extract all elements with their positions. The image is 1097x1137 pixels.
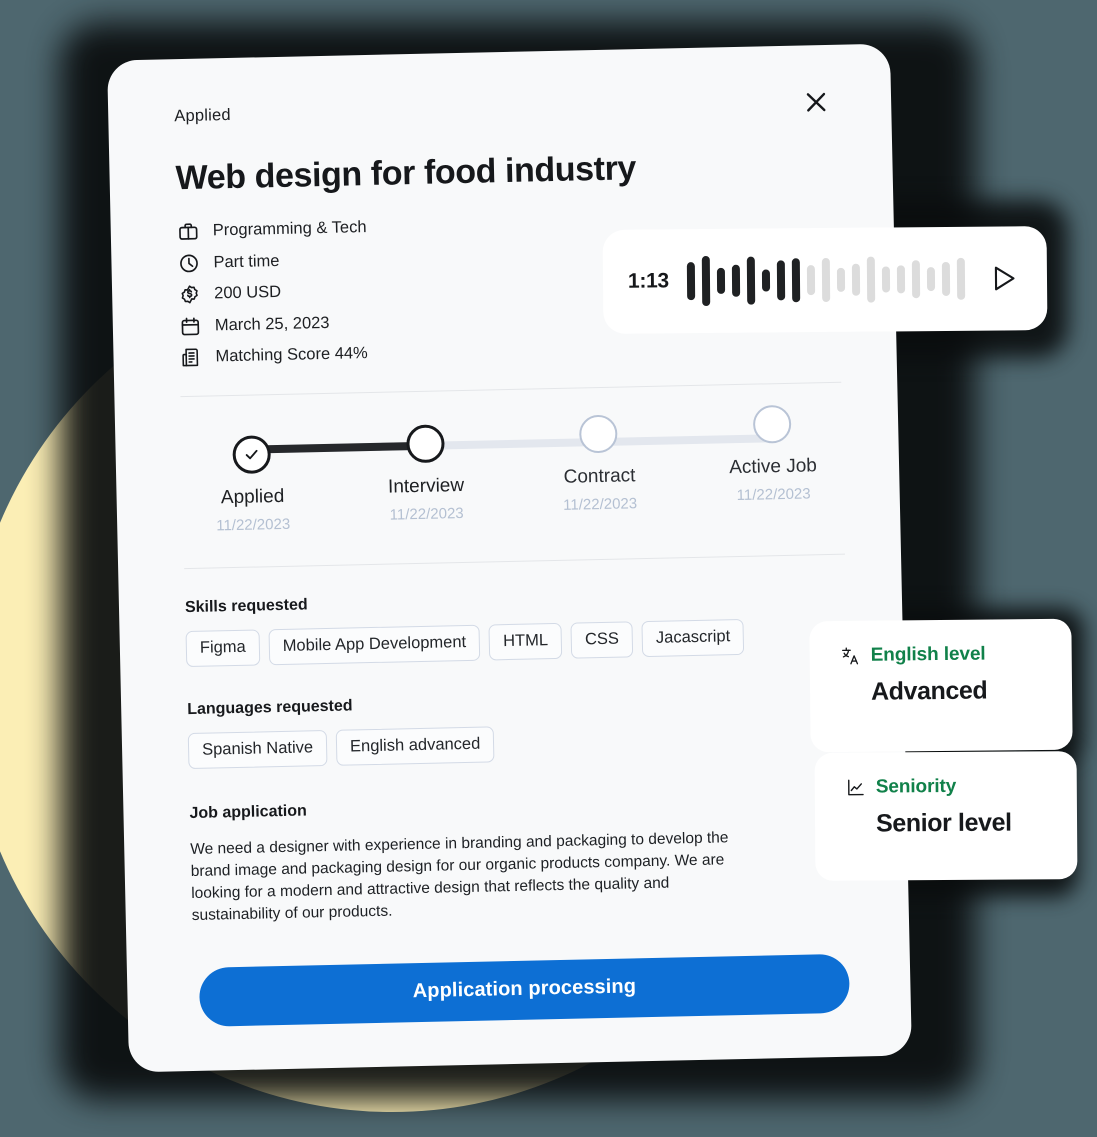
languages-title: Languages requested — [187, 697, 353, 719]
english-card-header: English level — [840, 643, 1046, 667]
skill-tag[interactable]: CSS — [570, 621, 634, 659]
dollar-badge-icon — [178, 283, 201, 306]
seniority-value: Senior level — [875, 808, 1012, 838]
waveform-bar — [806, 265, 815, 296]
translate-icon — [840, 645, 861, 666]
skill-tag[interactable]: Figma — [185, 629, 261, 668]
play-button[interactable] — [987, 261, 1021, 295]
skill-tag[interactable]: HTML — [488, 622, 563, 661]
language-tag[interactable]: Spanish Native — [187, 730, 328, 770]
waveform-bar — [941, 261, 950, 296]
waveform-bar — [746, 256, 756, 305]
job-detail-card: Applied Web design for food industry Pro… — [107, 43, 912, 1073]
meta-text: March 25, 2023 — [214, 313, 330, 334]
waveform-bar — [866, 256, 876, 303]
stepper-dot-pending — [752, 404, 792, 444]
meta-text: Part time — [213, 251, 280, 271]
stepper-step-interview[interactable]: Interview 11/22/2023 — [363, 423, 489, 524]
languages-tag-list: Spanish Native English advanced — [187, 719, 850, 770]
calendar-icon — [179, 314, 202, 337]
waveform-bar — [881, 266, 890, 293]
job-application-section: Job application We need a designer with … — [189, 791, 853, 928]
skills-tag-list: Figma Mobile App Development HTML CSS Ja… — [185, 617, 848, 668]
skills-title: Skills requested — [184, 596, 308, 617]
stepper-label: Applied — [220, 485, 285, 509]
stepper-dot-active — [405, 424, 445, 464]
stepper-dot-pending — [579, 414, 619, 454]
job-application-description: We need a designer with experience in br… — [190, 829, 729, 925]
waveform-bar — [716, 267, 725, 294]
meta-text: Matching Score 44% — [215, 344, 368, 366]
briefcase-icon — [177, 220, 200, 243]
english-level-card: English level Advanced — [809, 618, 1073, 753]
check-icon — [245, 449, 258, 460]
divider-top — [180, 381, 842, 398]
stepper-label: Active Job — [728, 455, 818, 479]
seniority-label: Seniority — [875, 775, 957, 798]
waveform-bar — [701, 256, 711, 307]
stepper-dot-completed — [232, 435, 272, 475]
application-stepper: Applied 11/22/2023 Interview 11/22/2023 … — [181, 404, 844, 541]
waveform-bar — [911, 260, 921, 299]
play-icon — [994, 266, 1015, 291]
page-title: Web design for food industry — [175, 149, 637, 198]
waveform-bar — [761, 269, 770, 292]
english-level-label: English level — [870, 643, 986, 666]
skill-tag[interactable]: Jacascript — [641, 618, 745, 658]
audio-elapsed-time: 1:13 — [627, 269, 669, 293]
meta-text: Programming & Tech — [212, 218, 367, 240]
seniority-card: Seniority Senior level — [814, 751, 1078, 881]
english-level-value: Advanced — [870, 676, 988, 706]
stepper-date: 11/22/2023 — [563, 495, 638, 514]
stepper-date: 11/22/2023 — [736, 485, 811, 505]
clock-icon — [177, 251, 200, 274]
language-tag[interactable]: English advanced — [335, 726, 495, 766]
card-header: Applied — [174, 92, 835, 131]
waveform-bar — [926, 267, 935, 292]
voice-note-player: 1:13 — [602, 226, 1048, 334]
application-processing-button[interactable]: Application processing — [198, 953, 850, 1027]
document-score-icon — [179, 346, 202, 369]
skills-section: Skills requested Figma Mobile App Develo… — [184, 585, 848, 668]
meta-row: Matching Score 44% — [179, 332, 840, 369]
meta-text: 200 USD — [213, 282, 282, 303]
waveform-bar — [686, 262, 696, 301]
waveform-bar — [791, 258, 801, 303]
waveform-bar — [851, 263, 860, 296]
job-application-title: Job application — [189, 802, 307, 823]
stepper-step-applied[interactable]: Applied 11/22/2023 — [189, 434, 315, 535]
close-icon — [806, 92, 826, 112]
seniority-card-header: Seniority — [845, 775, 1051, 798]
stepper-label: Contract — [563, 465, 636, 488]
waveform-bar — [836, 267, 845, 292]
waveform-bar — [956, 257, 966, 300]
stepper-date: 11/22/2023 — [389, 504, 464, 524]
line-chart-icon — [845, 777, 866, 798]
status-badge: Applied — [174, 105, 231, 126]
stepper-step-active-job[interactable]: Active Job 11/22/2023 — [710, 404, 836, 505]
divider-bottom — [184, 553, 846, 570]
audio-waveform[interactable] — [685, 252, 972, 308]
languages-section: Languages requested Spanish Native Engli… — [187, 687, 850, 770]
stepper-step-contract[interactable]: Contract 11/22/2023 — [536, 414, 662, 515]
waveform-bar — [821, 257, 831, 303]
skill-tag[interactable]: Mobile App Development — [268, 624, 481, 666]
stepper-label: Interview — [387, 474, 465, 498]
stepper-date: 11/22/2023 — [216, 515, 291, 535]
waveform-bar — [776, 260, 786, 301]
waveform-bar — [731, 264, 740, 297]
waveform-bar — [896, 265, 905, 294]
close-button[interactable] — [801, 87, 832, 118]
